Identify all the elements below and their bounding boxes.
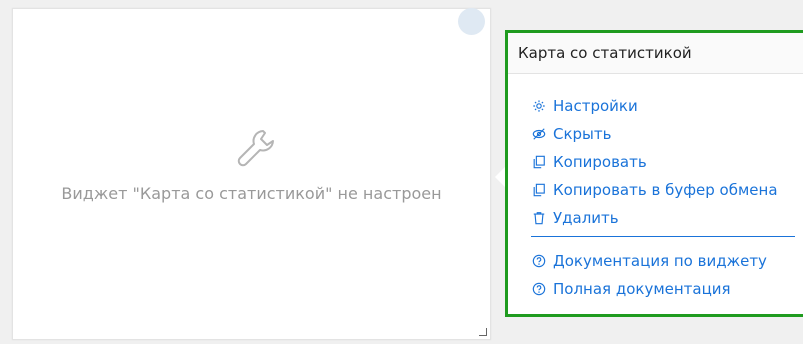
menu-item-full-docs[interactable]: Полная документация — [508, 275, 803, 303]
resize-handle[interactable] — [479, 328, 487, 336]
help-icon — [531, 253, 547, 269]
menu-item-hide[interactable]: Скрыть — [508, 120, 803, 148]
eye-off-icon — [531, 126, 547, 142]
menu-item-settings[interactable]: Настройки — [508, 92, 803, 120]
menu-item-copy-clipboard[interactable]: Копировать в буфер обмена — [508, 176, 803, 204]
menu-item-label: Полная документация — [553, 280, 731, 298]
widget-not-configured-message: Виджет "Карта со статистикой" не настрое… — [61, 184, 442, 203]
copy-icon — [531, 154, 547, 170]
gear-icon — [531, 98, 547, 114]
menu-item-label: Копировать — [553, 153, 647, 171]
menu-divider — [531, 236, 795, 237]
menu-item-label: Документация по виджету — [553, 252, 767, 270]
menu-item-delete[interactable]: Удалить — [508, 204, 803, 232]
wrench-icon — [237, 130, 274, 167]
clipboard-copy-icon — [531, 182, 547, 198]
trash-icon — [531, 210, 547, 226]
menu-item-label: Скрыть — [553, 125, 612, 143]
menu-item-label: Настройки — [553, 97, 638, 115]
help-icon — [531, 281, 547, 297]
widget-context-menu: Карта со статистикой Настройки Скрыть Ко… — [505, 30, 803, 317]
menu-item-label: Удалить — [553, 209, 619, 227]
drag-handle[interactable] — [458, 8, 485, 35]
menu-item-copy[interactable]: Копировать — [508, 148, 803, 176]
menu-item-widget-docs[interactable]: Документация по виджету — [508, 247, 803, 275]
popover-arrow — [495, 167, 505, 187]
widget-card[interactable]: Виджет "Карта со статистикой" не настрое… — [12, 8, 491, 340]
menu-title: Карта со статистикой — [508, 33, 803, 74]
menu-item-label: Копировать в буфер обмена — [553, 181, 778, 199]
